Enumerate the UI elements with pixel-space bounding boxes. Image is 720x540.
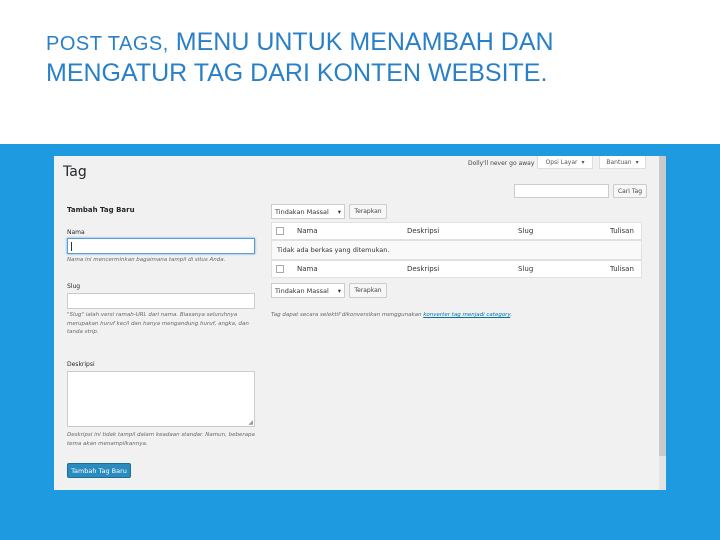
caret-down-icon: ▾ xyxy=(581,158,585,166)
name-input[interactable] xyxy=(67,238,255,254)
caret-down-icon: ▾ xyxy=(337,207,341,216)
empty-row: Tidak ada berkas yang ditemukan. xyxy=(271,240,642,260)
bulk-action-label: Tindakan Massal xyxy=(275,207,329,216)
description-hint: Deskripsi ini tidak tampil dalam keadaan… xyxy=(67,432,255,447)
dolly-text: Dolly'll never go away xyxy=(468,160,535,167)
column-description[interactable]: Deskripsi xyxy=(407,227,439,235)
wordpress-screenshot: Tag Dolly'll never go away Opsi Layar ▾ … xyxy=(54,156,666,490)
search-button[interactable]: Cari Tag xyxy=(613,184,647,198)
slide-title-line2: MENGATUR TAG DARI KONTEN WEBSITE. xyxy=(46,59,548,87)
resize-handle-icon[interactable]: ◢ xyxy=(248,419,253,426)
page-title: Tag xyxy=(63,164,87,180)
slide-title: POST TAGS, MENU UNTUK MENAMBAH DAN MENGA… xyxy=(46,28,686,88)
slug-label: Slug xyxy=(67,283,81,290)
bulk-action-select-bottom[interactable]: Tindakan Massal ▾ xyxy=(271,283,345,298)
bulk-action-label-bottom: Tindakan Massal xyxy=(275,286,329,295)
add-new-tag-button[interactable]: Tambah Tag Baru xyxy=(67,463,131,478)
apply-button-bottom[interactable]: Terapkan xyxy=(349,283,387,298)
slug-input[interactable] xyxy=(67,293,255,309)
bulk-action-select-top[interactable]: Tindakan Massal ▾ xyxy=(271,204,345,219)
column-slug[interactable]: Slug xyxy=(518,227,533,235)
empty-message: Tidak ada berkas yang ditemukan. xyxy=(277,246,390,254)
name-hint: Nama ini mencerminkan bagaimana tampil d… xyxy=(67,257,226,263)
description-textarea[interactable]: ◢ xyxy=(67,371,255,427)
text-cursor xyxy=(71,242,72,251)
help-label: Bantuan xyxy=(606,158,632,166)
convert-note: Tag dapat secara selektif dikonversikan … xyxy=(271,312,513,318)
column-posts[interactable]: Tulisan xyxy=(610,227,634,235)
column-posts-bottom[interactable]: Tulisan xyxy=(610,265,634,273)
screen-options-tab[interactable]: Opsi Layar ▾ xyxy=(537,156,593,169)
convert-link[interactable]: konverter tag menjadi category xyxy=(423,312,510,318)
apply-button-top[interactable]: Terapkan xyxy=(349,204,387,219)
select-all-checkbox-bottom[interactable] xyxy=(276,265,284,273)
table-header: Nama Deskripsi Slug Tulisan xyxy=(271,222,642,240)
caret-down-icon: ▾ xyxy=(635,158,639,166)
slide-title-caps: POST TAGS, xyxy=(46,33,169,55)
table-footer: Nama Deskripsi Slug Tulisan xyxy=(271,260,642,278)
column-name-bottom[interactable]: Nama xyxy=(297,265,318,273)
search-input[interactable] xyxy=(514,184,609,198)
column-slug-bottom[interactable]: Slug xyxy=(518,265,533,273)
add-tag-heading: Tambah Tag Baru xyxy=(67,206,135,214)
column-name[interactable]: Nama xyxy=(297,227,318,235)
slug-hint: "Slug" ialah versi ramah-URL dari nama. … xyxy=(67,312,249,335)
name-label: Nama xyxy=(67,229,85,236)
scrollbar-thumb[interactable] xyxy=(659,156,666,456)
screen-options-label: Opsi Layar xyxy=(545,158,578,166)
description-label: Deskripsi xyxy=(67,361,95,368)
slide-title-rest: MENU UNTUK MENAMBAH DAN xyxy=(168,28,554,56)
column-description-bottom[interactable]: Deskripsi xyxy=(407,265,439,273)
caret-down-icon: ▾ xyxy=(337,286,341,295)
help-tab[interactable]: Bantuan ▾ xyxy=(599,156,646,169)
select-all-checkbox[interactable] xyxy=(276,227,284,235)
convert-text: Tag dapat secara selektif dikonversikan … xyxy=(271,312,422,318)
